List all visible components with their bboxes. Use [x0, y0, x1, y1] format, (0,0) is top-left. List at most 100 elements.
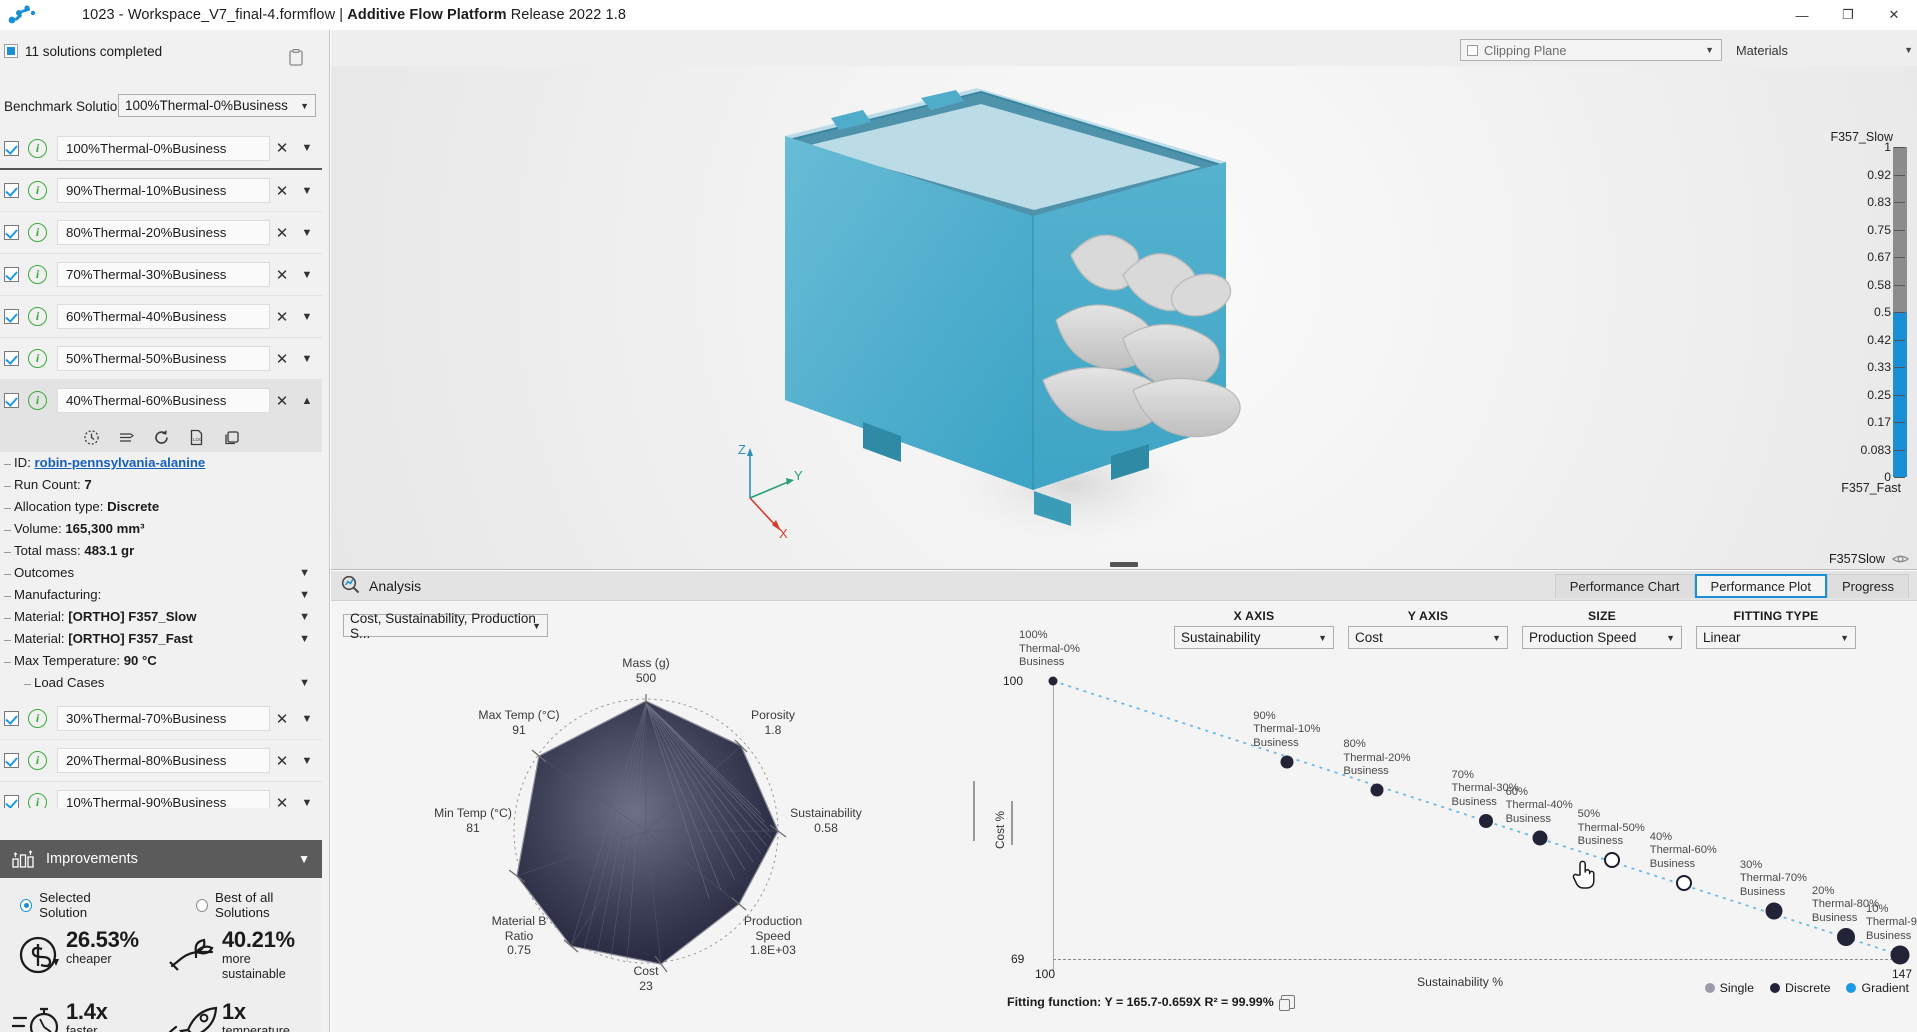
info-icon[interactable]: i	[28, 265, 47, 284]
solution-checkbox[interactable]	[4, 225, 19, 240]
detail-outcomes[interactable]: Outcomes▼	[0, 562, 322, 584]
clipping-plane-select[interactable]: Clipping Plane ▼	[1460, 39, 1722, 61]
refresh-icon[interactable]	[153, 429, 170, 446]
solution-row[interactable]: i 90%Thermal-10%Business ✕ ▼	[0, 170, 322, 212]
solution-row[interactable]: i 20%Thermal-80%Business ✕ ▼	[0, 740, 322, 782]
3d-viewport[interactable]: Clipping Plane ▼ Materials ▼	[331, 30, 1917, 570]
solution-name[interactable]: 90%Thermal-10%Business	[57, 178, 270, 203]
y-axis-scroll-handle[interactable]	[1011, 801, 1013, 845]
control-select[interactable]: Sustainability ▼	[1174, 626, 1334, 649]
tab-performance-plot[interactable]: Performance Plot	[1695, 574, 1827, 598]
remove-solution-button[interactable]: ✕	[270, 794, 294, 809]
solution-checkbox[interactable]	[4, 795, 19, 808]
expand-solution-button[interactable]: ▼	[294, 227, 320, 239]
solution-row[interactable]: i 80%Thermal-20%Business ✕ ▼	[0, 212, 322, 254]
viewport-resize-handle[interactable]	[1110, 562, 1138, 567]
solution-name[interactable]: 60%Thermal-40%Business	[57, 304, 270, 329]
info-icon[interactable]: i	[28, 181, 47, 200]
radar-metric-select[interactable]: Cost, Sustainability, Production S... ▼	[343, 614, 548, 637]
solution-id-link[interactable]: robin-pennsylvania-alanine	[35, 455, 206, 470]
solution-name[interactable]: 40%Thermal-60%Business	[57, 388, 270, 413]
solution-name[interactable]: 30%Thermal-70%Business	[57, 706, 270, 731]
scatter-point[interactable]	[1281, 755, 1294, 768]
tab-progress[interactable]: Progress	[1827, 574, 1909, 598]
expand-solution-button[interactable]: ▼	[294, 755, 320, 767]
materials-select[interactable]: Materials ▼	[1730, 39, 1917, 61]
solutions-list[interactable]: i 100%Thermal-0%Business ✕ ▼ i 90%Therma…	[0, 128, 322, 808]
scatter-point[interactable]	[1371, 784, 1384, 797]
remove-solution-button[interactable]: ✕	[270, 392, 294, 410]
solution-name[interactable]: 50%Thermal-50%Business	[57, 346, 270, 371]
remove-solution-button[interactable]: ✕	[270, 224, 294, 242]
expand-solution-button[interactable]: ▼	[294, 311, 320, 323]
remove-solution-button[interactable]: ✕	[270, 710, 294, 728]
solution-checkbox[interactable]	[4, 267, 19, 282]
solution-name[interactable]: 10%Thermal-90%Business	[57, 790, 270, 808]
scatter-point[interactable]	[1765, 902, 1782, 919]
chevron-down-icon[interactable]: ▼	[299, 565, 310, 581]
info-icon[interactable]: i	[28, 391, 47, 410]
checkbox-icon[interactable]	[1467, 45, 1478, 56]
info-icon[interactable]: i	[28, 349, 47, 368]
control-select[interactable]: Cost ▼	[1348, 626, 1508, 649]
history-icon[interactable]	[83, 429, 100, 446]
3d-model-render[interactable]	[771, 70, 1391, 570]
clipboard-icon[interactable]	[286, 48, 308, 70]
radio-best-of-all[interactable]: Best of all Solutions	[196, 890, 322, 920]
solution-name[interactable]: 20%Thermal-80%Business	[57, 748, 270, 773]
maximize-button[interactable]: ❐	[1825, 0, 1871, 30]
eye-icon[interactable]	[1892, 553, 1909, 565]
scatter-point[interactable]	[1049, 677, 1058, 686]
solution-checkbox[interactable]	[4, 753, 19, 768]
scatter-point[interactable]	[1891, 945, 1910, 964]
expand-solution-button[interactable]: ▼	[294, 713, 320, 725]
solution-checkbox[interactable]	[4, 351, 19, 366]
chevron-down-icon[interactable]: ▼	[299, 609, 310, 625]
info-icon[interactable]: i	[28, 139, 47, 158]
solution-checkbox[interactable]	[4, 183, 19, 198]
remove-solution-button[interactable]: ✕	[270, 350, 294, 368]
info-icon[interactable]: i	[28, 751, 47, 770]
detail-material-slow[interactable]: Material: [ORTHO] F357_Slow▼	[0, 606, 322, 628]
scatter-plot[interactable]: Cost % 100 69 100 147 Sustainability % 1…	[987, 659, 1917, 999]
solution-row[interactable]: i 70%Thermal-30%Business ✕ ▼	[0, 254, 322, 296]
chevron-down-icon[interactable]: ▼	[299, 587, 310, 603]
scatter-point[interactable]	[1604, 852, 1620, 868]
detail-load-cases[interactable]: Load Cases▼	[0, 672, 322, 694]
minimize-button[interactable]: —	[1779, 0, 1825, 30]
chevron-down-icon[interactable]: ▼	[299, 631, 310, 647]
expand-solution-button[interactable]: ▼	[294, 269, 320, 281]
improvements-header[interactable]: Improvements ▼	[0, 840, 322, 878]
control-select[interactable]: Production Speed ▼	[1522, 626, 1682, 649]
remove-solution-button[interactable]: ✕	[270, 752, 294, 770]
stop-square-icon[interactable]	[4, 44, 18, 58]
scatter-point[interactable]	[1532, 830, 1547, 845]
detail-manufacturing[interactable]: Manufacturing:▼	[0, 584, 322, 606]
chevron-down-icon[interactable]: ▼	[299, 675, 310, 691]
scatter-point[interactable]	[1837, 928, 1855, 946]
layers-icon[interactable]	[118, 429, 135, 446]
solution-checkbox[interactable]	[4, 309, 19, 324]
close-button[interactable]: ✕	[1871, 0, 1917, 30]
remove-solution-button[interactable]: ✕	[270, 139, 294, 157]
copy-icon[interactable]	[1281, 995, 1295, 1009]
expand-solution-button[interactable]: ▼	[294, 797, 320, 809]
expand-solution-button[interactable]: ▼	[294, 185, 320, 197]
solution-name[interactable]: 100%Thermal-0%Business	[57, 136, 270, 161]
remove-solution-button[interactable]: ✕	[270, 308, 294, 326]
expand-solution-button[interactable]: ▲	[294, 395, 320, 407]
analysis-tabs[interactable]: Performance ChartPerformance PlotProgres…	[1555, 574, 1909, 598]
solution-row[interactable]: i 10%Thermal-90%Business ✕ ▼	[0, 782, 322, 808]
solution-checkbox[interactable]	[4, 393, 19, 408]
panel-splitter[interactable]	[971, 611, 976, 1021]
solution-name[interactable]: 70%Thermal-30%Business	[57, 262, 270, 287]
tab-performance-chart[interactable]: Performance Chart	[1555, 574, 1695, 598]
remove-solution-button[interactable]: ✕	[270, 266, 294, 284]
control-select[interactable]: Linear ▼	[1696, 626, 1856, 649]
info-icon[interactable]: i	[28, 793, 47, 808]
duplicate-icon[interactable]	[223, 429, 240, 446]
remove-solution-button[interactable]: ✕	[270, 182, 294, 200]
scatter-point[interactable]	[1676, 875, 1692, 891]
info-icon[interactable]: i	[28, 709, 47, 728]
radio-selected-solution[interactable]: Selected Solution	[20, 890, 134, 920]
